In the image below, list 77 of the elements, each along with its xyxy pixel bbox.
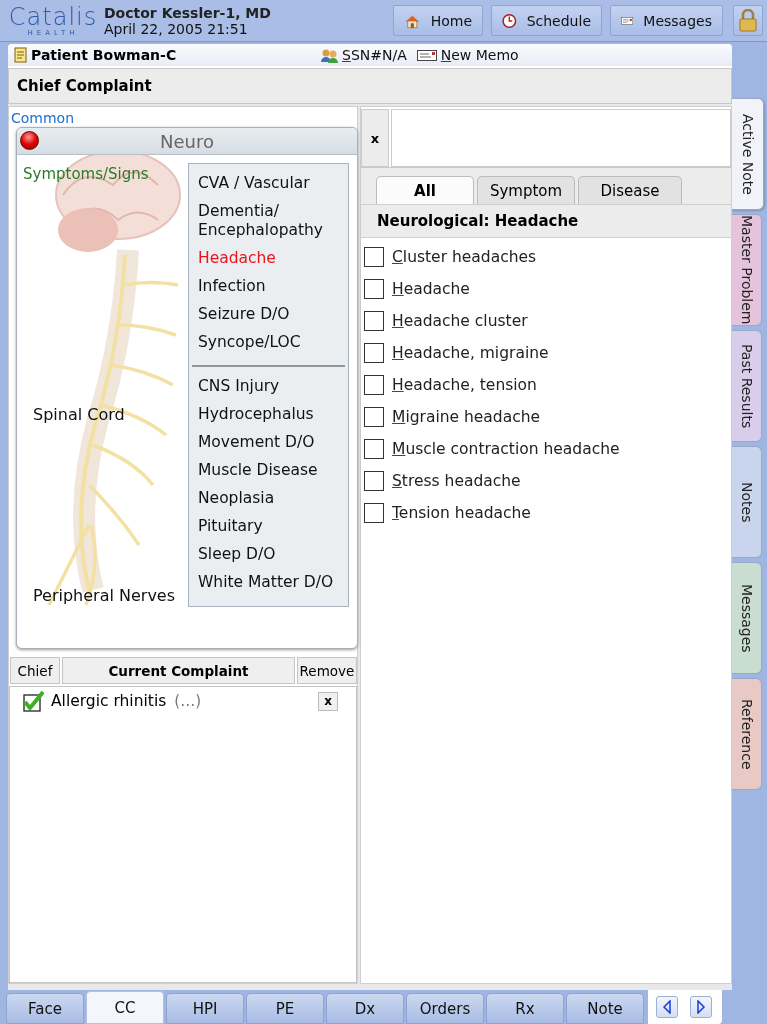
date-time: April 22, 2005 21:51 <box>104 20 249 37</box>
right-arrow-icon <box>696 1000 706 1014</box>
complaint-name: Allergic rhinitis <box>51 692 167 710</box>
section-tab[interactable]: Rx <box>486 993 564 1024</box>
memo-icon <box>416 48 437 62</box>
ssn-link[interactable]: SSN#N/A <box>321 47 407 63</box>
diagnosis-option[interactable]: Tension headache <box>392 504 531 522</box>
diagnosis-option[interactable]: Headache, migraine <box>392 344 549 362</box>
side-tab[interactable]: Notes <box>732 446 762 558</box>
category-link[interactable]: Common <box>9 107 357 126</box>
menu-item[interactable]: Dementia/ Encephalopathy <box>189 198 348 245</box>
body-region-label[interactable]: Spinal Cord <box>33 405 125 424</box>
menu-item[interactable]: Seizure D/O <box>189 301 348 329</box>
side-tab[interactable]: Messages <box>732 562 762 674</box>
side-tab[interactable]: Past Results <box>732 330 762 442</box>
menu-item[interactable]: Syncope/LOC <box>189 329 348 357</box>
section-tab[interactable]: HPI <box>166 993 244 1024</box>
menu-item[interactable]: Hydrocephalus <box>189 401 348 429</box>
menu-item[interactable]: Muscle Disease <box>189 457 348 485</box>
home-button[interactable]: Home <box>393 5 483 36</box>
column-header: Current Complaint <box>62 657 295 684</box>
menu-item[interactable]: Movement D/O <box>189 429 348 457</box>
menu-item[interactable]: White Matter D/O <box>189 569 348 597</box>
diagnosis-option[interactable]: Headache cluster <box>392 312 528 330</box>
menu-item[interactable]: Neoplasia <box>189 485 348 513</box>
body-region-label[interactable]: Peripheral Nerves <box>33 586 176 605</box>
section-label[interactable]: Symptoms/Signs <box>23 165 149 183</box>
filter-tab[interactable]: All <box>376 176 474 204</box>
diagnosis-option[interactable]: Headache <box>392 280 470 298</box>
lock-icon <box>737 9 759 32</box>
section-tab[interactable]: PE <box>246 993 324 1024</box>
menu-item[interactable]: Pituitary <box>189 513 348 541</box>
filter-tab[interactable]: Symptom <box>477 176 575 204</box>
messages-button[interactable]: Messages <box>610 5 723 36</box>
diagnosis-option[interactable]: Headache, tension <box>392 376 537 394</box>
clear-button[interactable]: x <box>361 109 389 167</box>
menu-item[interactable]: CNS Injury <box>189 373 348 401</box>
menu-item[interactable]: Infection <box>189 273 348 301</box>
user-name: Doctor Kessler-1, MD <box>104 4 272 21</box>
filter-tab[interactable]: Disease <box>578 176 682 204</box>
logo-text: Catalis <box>8 4 98 29</box>
column-header: Chief <box>10 657 60 684</box>
checkbox[interactable] <box>22 690 44 712</box>
popup-title: Neuro <box>160 130 214 152</box>
previous-button[interactable] <box>656 996 678 1018</box>
section-tab[interactable]: CC <box>86 991 164 1024</box>
section-tab[interactable]: Dx <box>326 993 404 1024</box>
checkbox[interactable] <box>364 439 384 459</box>
side-tab[interactable]: Reference <box>732 678 762 790</box>
menu-item[interactable]: CVA / Vascular <box>189 170 348 198</box>
next-button[interactable] <box>690 996 712 1018</box>
side-tab[interactable]: Active Note <box>732 98 764 210</box>
checkbox[interactable] <box>364 279 384 299</box>
complaint-detail[interactable]: (…) <box>174 692 201 710</box>
menu-item[interactable]: Sleep D/O <box>189 541 348 569</box>
list-title: Neurological: Headache <box>361 205 731 238</box>
section-tab[interactable]: Note <box>566 993 644 1024</box>
remove-button[interactable]: x <box>318 691 338 711</box>
checkbox[interactable] <box>364 471 384 491</box>
close-button[interactable] <box>20 131 39 150</box>
section-title: Chief Complaint <box>8 68 732 104</box>
checkbox[interactable] <box>364 407 384 427</box>
people-icon <box>321 47 338 63</box>
checkbox[interactable] <box>364 343 384 363</box>
schedule-button[interactable]: Schedule <box>491 5 602 36</box>
side-tab[interactable]: Master Problem <box>732 214 762 326</box>
checkbox[interactable] <box>364 311 384 331</box>
patient-name[interactable]: Patient Bowman-C <box>31 47 321 63</box>
checkbox[interactable] <box>364 247 384 267</box>
left-arrow-icon <box>662 1000 672 1014</box>
section-tab[interactable]: Orders <box>406 993 484 1024</box>
section-tab[interactable]: Face <box>6 993 84 1024</box>
document-icon <box>14 47 27 63</box>
checkbox[interactable] <box>364 375 384 395</box>
column-header: Remove <box>297 657 357 684</box>
checkbox[interactable] <box>364 503 384 523</box>
menu-item[interactable]: Headache <box>189 245 348 273</box>
